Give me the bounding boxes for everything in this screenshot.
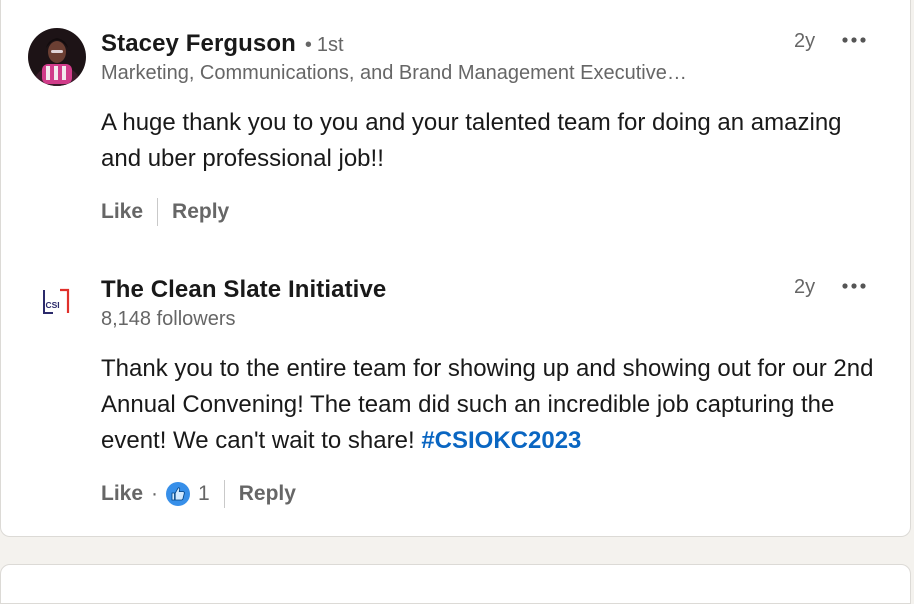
logo-text: CSI bbox=[46, 300, 60, 310]
profile-photo-icon bbox=[28, 28, 86, 86]
author-row: Stacey Ferguson • 1st bbox=[101, 30, 344, 58]
more-options-button[interactable] bbox=[839, 274, 869, 298]
divider bbox=[223, 480, 225, 508]
comment-time: 2y bbox=[794, 276, 816, 298]
more-options-button[interactable] bbox=[839, 28, 869, 52]
next-card bbox=[0, 564, 911, 604]
connection-separator: • bbox=[304, 34, 312, 56]
thumbs-up-icon[interactable] bbox=[166, 482, 191, 506]
comment-actions: Like · 1 Reply bbox=[101, 480, 296, 508]
reply-button[interactable]: Reply bbox=[172, 200, 229, 224]
like-button[interactable]: Like bbox=[101, 200, 143, 224]
avatar[interactable] bbox=[28, 28, 86, 86]
like-button[interactable]: Like bbox=[101, 482, 143, 506]
thumbs-up-glyph bbox=[171, 487, 185, 501]
divider bbox=[157, 198, 159, 226]
company-logo[interactable]: CSI bbox=[41, 286, 71, 316]
comments-card: Stacey Ferguson • 1st Marketing, Communi… bbox=[0, 0, 911, 537]
comment-actions: Like Reply bbox=[101, 198, 229, 226]
hashtag-link[interactable]: #CSIOKC2023 bbox=[421, 427, 581, 454]
connection-degree: 1st bbox=[316, 34, 344, 56]
reaction-separator: · bbox=[151, 482, 159, 505]
author-headline: Marketing, Communications, and Brand Man… bbox=[101, 62, 687, 84]
author-row: The Clean Slate Initiative bbox=[101, 276, 386, 304]
ellipsis-icon bbox=[842, 37, 866, 43]
author-name[interactable]: The Clean Slate Initiative bbox=[101, 276, 386, 304]
ellipsis-icon bbox=[842, 283, 866, 289]
follower-count: 8,148 followers bbox=[101, 308, 236, 330]
csi-logo-icon: CSI bbox=[43, 288, 70, 314]
reaction-count[interactable]: 1 bbox=[198, 482, 210, 506]
reply-button[interactable]: Reply bbox=[239, 482, 296, 506]
comment-text: Thank you to the entire team for showing… bbox=[101, 351, 881, 459]
comment-text: A huge thank you to you and your talente… bbox=[101, 109, 842, 172]
comment-time: 2y bbox=[794, 30, 816, 52]
author-name[interactable]: Stacey Ferguson bbox=[101, 30, 296, 58]
